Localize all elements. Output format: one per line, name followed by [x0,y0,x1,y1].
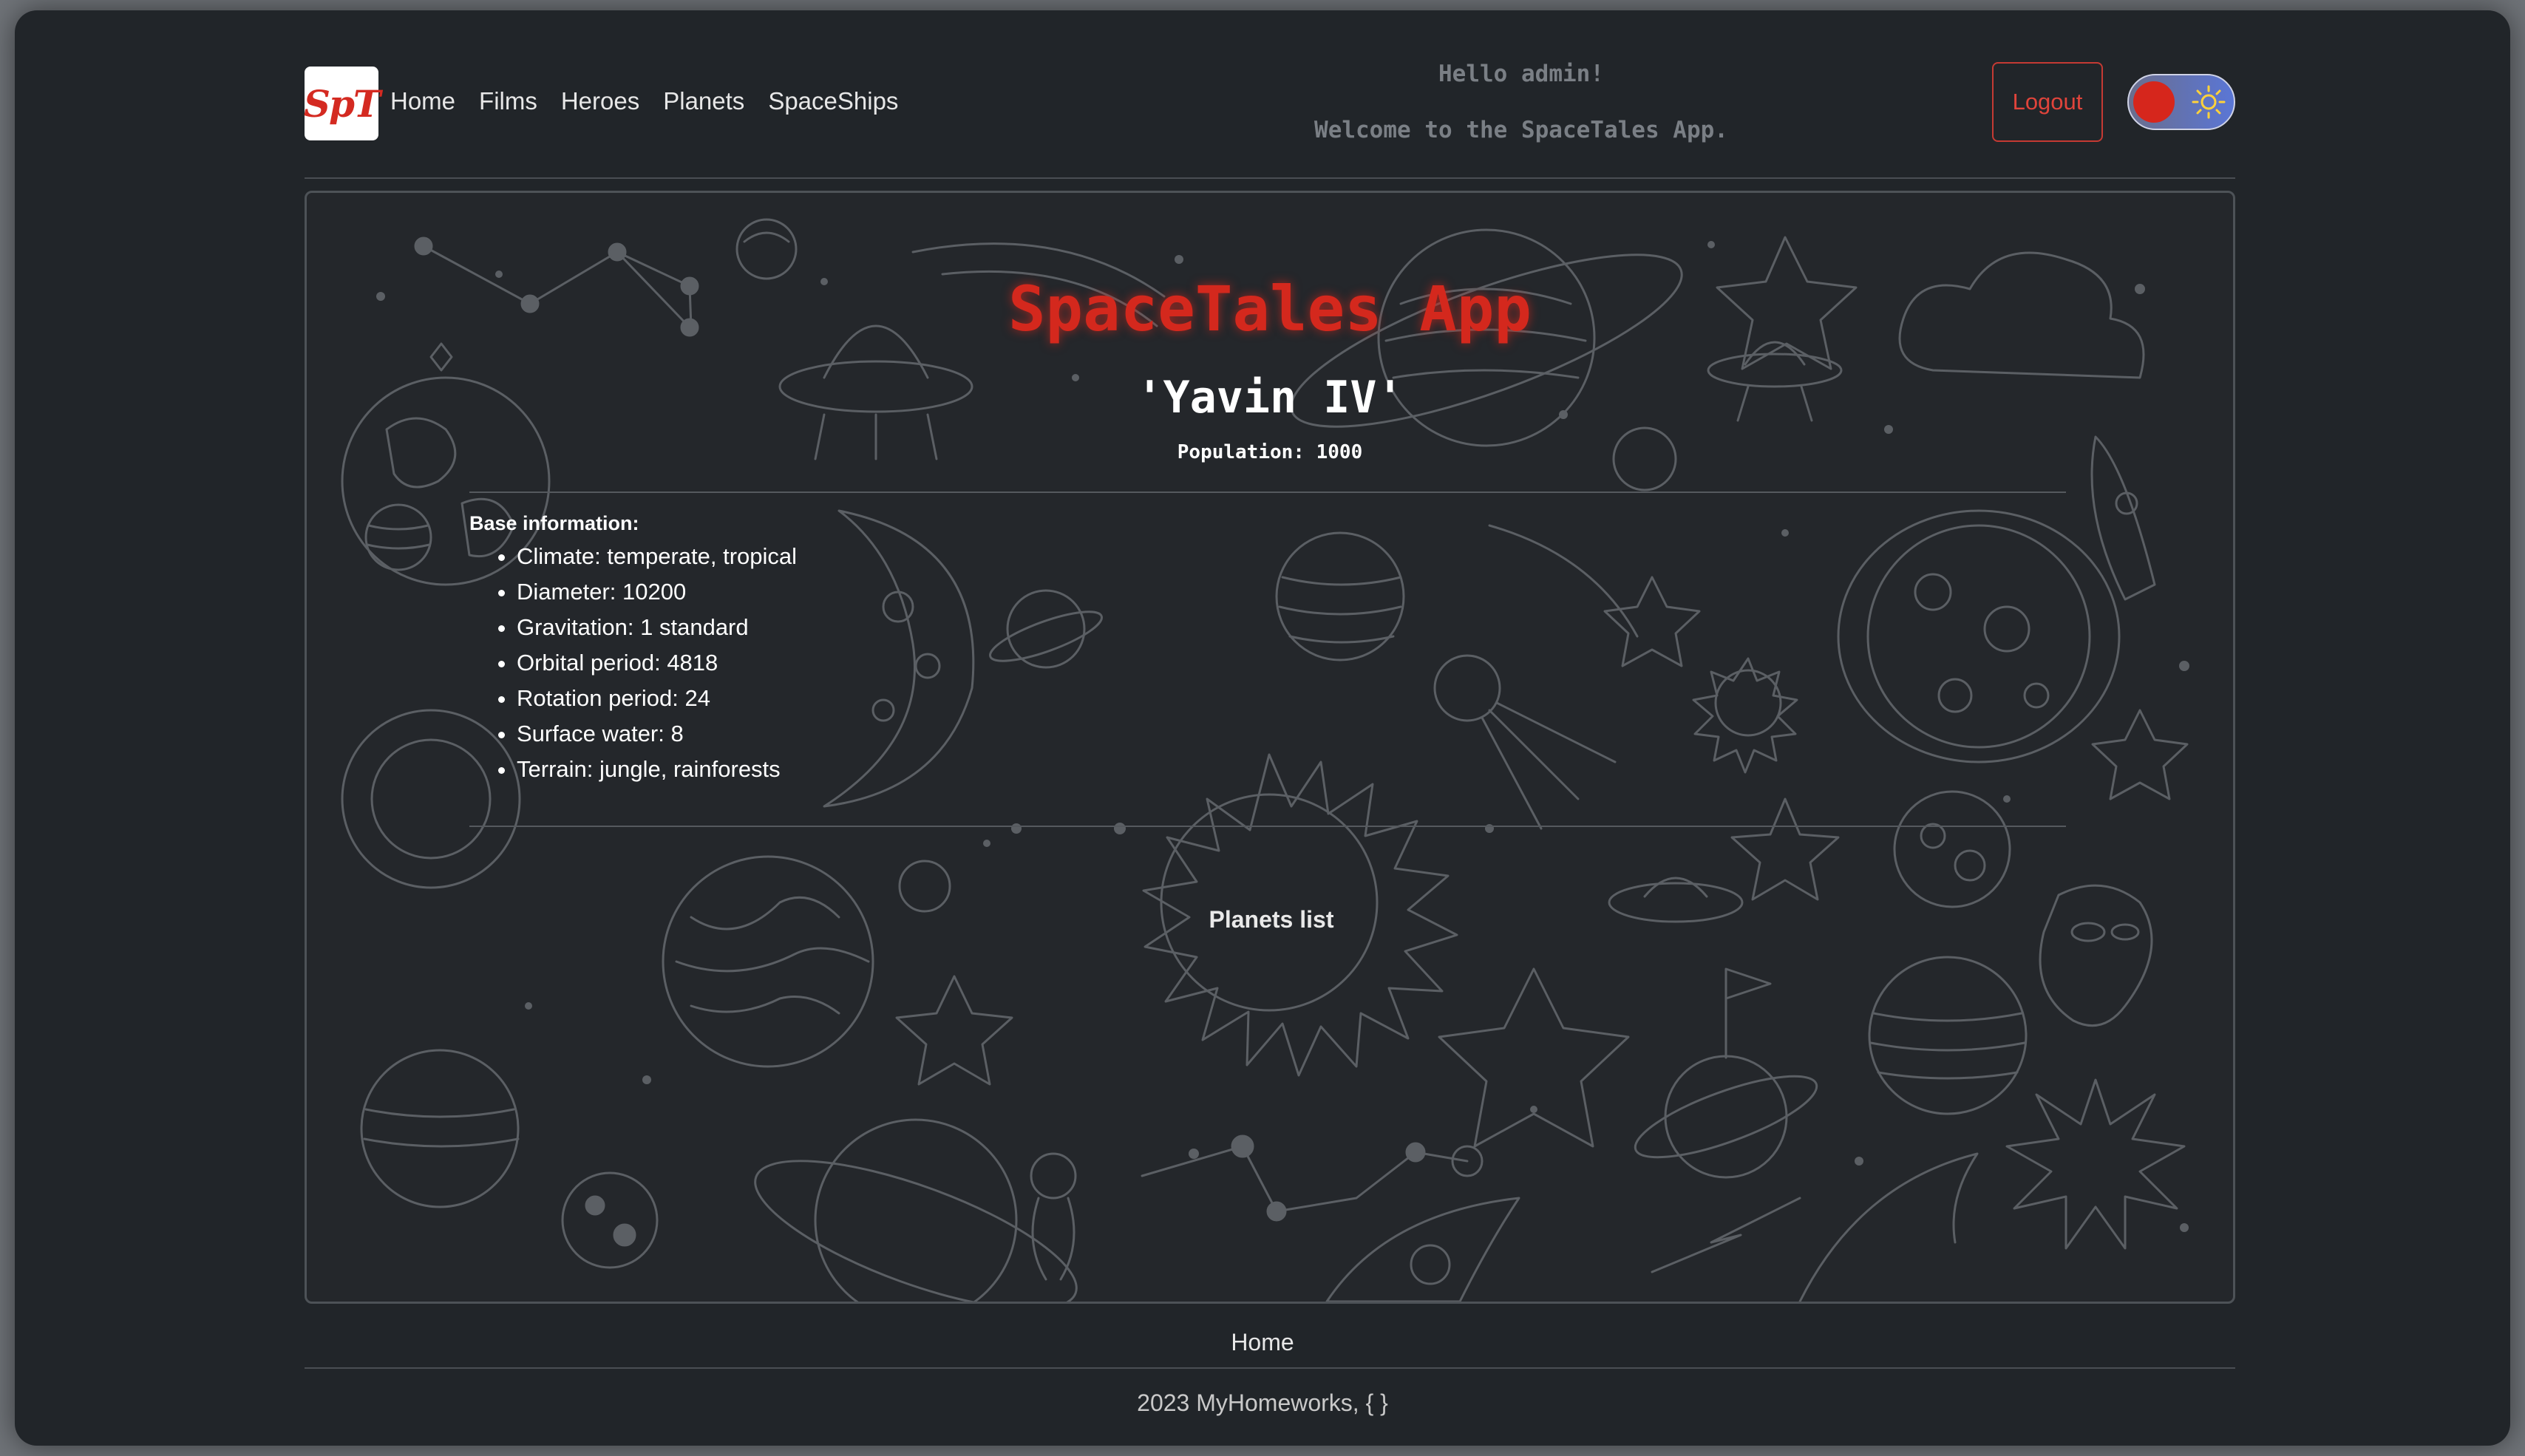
header: SpT Home Films Heroes Planets SpaceShips… [303,55,2235,143]
app-window: SpT Home Films Heroes Planets SpaceShips… [15,10,2510,1446]
base-info-list: Climate: temperate, tropical Diameter: 1… [469,539,797,787]
nav-item-films[interactable]: Films [479,87,537,115]
info-surface-water: Surface water: 8 [517,716,797,752]
nav-item-planets[interactable]: Planets [663,87,744,115]
nav-item-home[interactable]: Home [390,87,455,115]
footer-copyright: 2023 MyHomeworks, { } [1137,1389,1388,1416]
logout-button[interactable]: Logout [1992,62,2103,142]
info-gravitation: Gravitation: 1 standard [517,610,797,645]
planet-name: 'Yavin IV' [1136,372,1404,423]
header-divider [305,177,2235,179]
greeting-welcome: Welcome to the SpaceTales App. [1314,117,1728,143]
nav-item-spaceships[interactable]: SpaceShips [768,87,898,115]
info-diameter: Diameter: 10200 [517,574,797,610]
theme-toggle[interactable] [2127,74,2235,130]
planets-list-button[interactable]: Planets list [1164,812,1379,1027]
nav-item-heroes[interactable]: Heroes [561,87,639,115]
info-climate: Climate: temperate, tropical [517,539,797,574]
footer-home-link[interactable]: Home [15,1329,2510,1356]
app-title: SpaceTales App [1007,273,1532,345]
base-info-label: Base information: [469,512,639,534]
toggle-knob [2133,81,2175,123]
info-terrain: Terrain: jungle, rainforests [517,752,797,787]
info-rotation-period: Rotation period: 24 [517,681,797,716]
planet-card: SpaceTales App 'Yavin IV' Population: 10… [305,191,2235,1304]
main-nav: Home Films Heroes Planets SpaceShips [390,87,898,115]
footer-divider [305,1367,2235,1369]
greeting-hello: Hello admin! [1438,61,1604,87]
sun-icon [2192,85,2226,119]
info-divider-top [469,491,2066,493]
planet-population: Population: 1000 [1177,441,1363,463]
brand-logo[interactable]: SpT [303,67,381,140]
brand-logo-text: SpT [303,81,381,126]
info-orbital-period: Orbital period: 4818 [517,645,797,681]
